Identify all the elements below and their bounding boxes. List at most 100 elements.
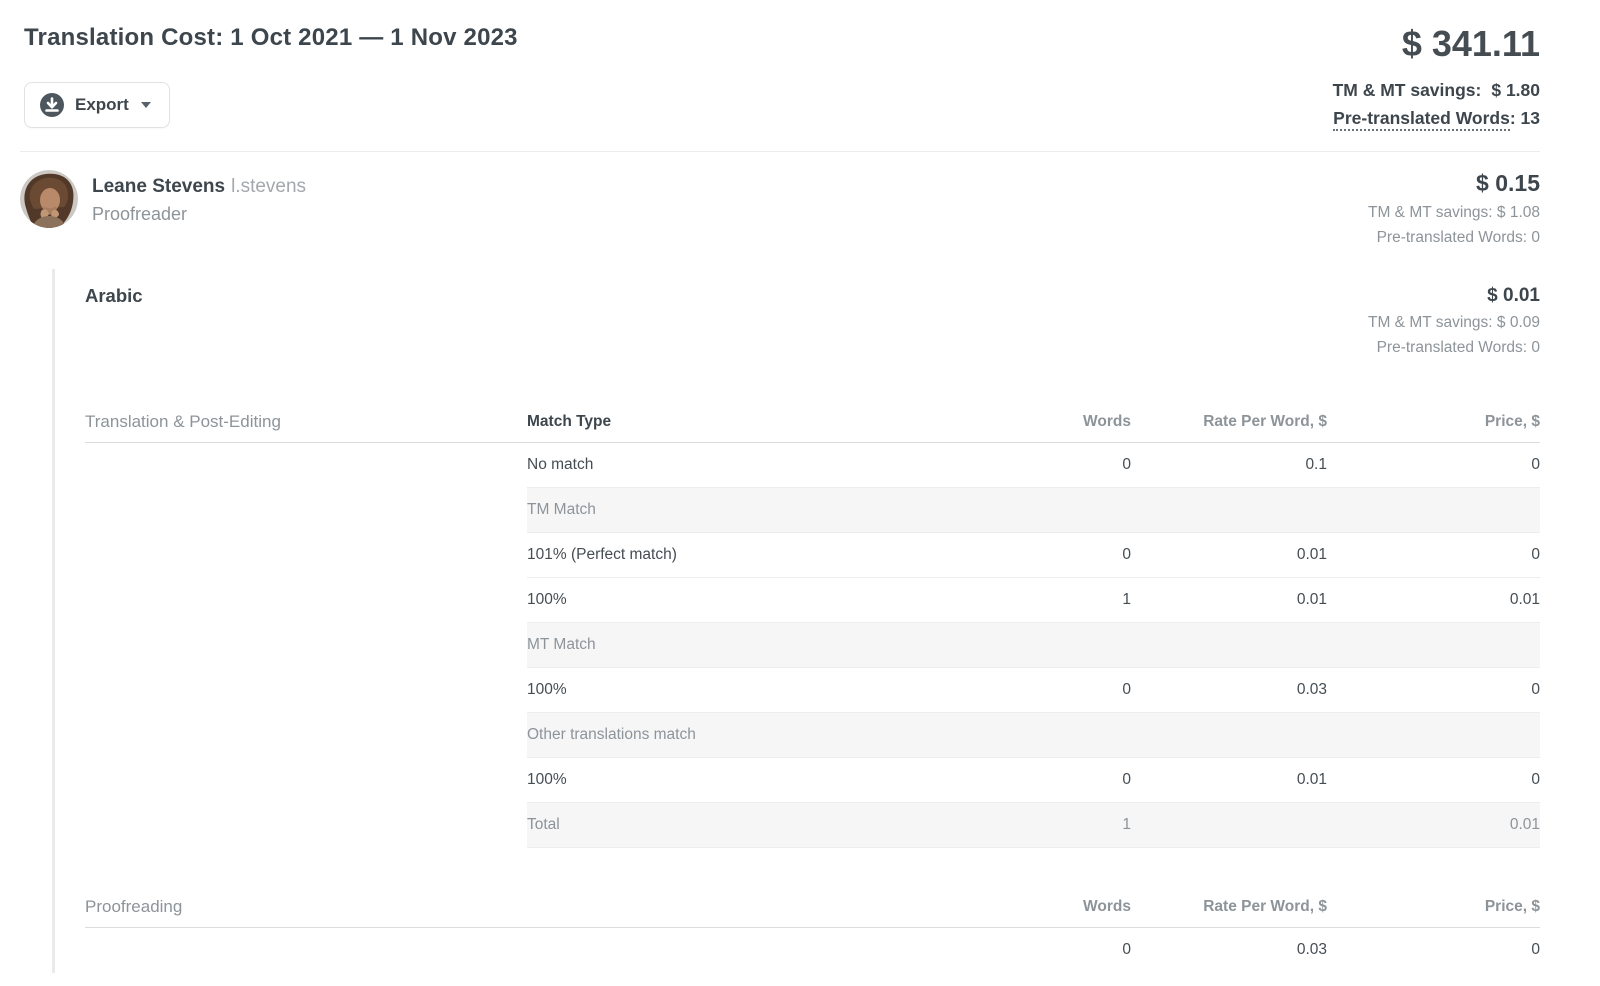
match-type-cell: 100% bbox=[527, 668, 991, 713]
language-section-arabic: Arabic $ 0.01 TM & MT savings: $ 0.09 Pr… bbox=[52, 269, 1540, 973]
words-cell bbox=[991, 488, 1131, 533]
price-cell bbox=[1327, 713, 1540, 758]
group-row: Other translations match bbox=[85, 713, 1540, 758]
proofreading-table: Proofreading Words Rate Per Word, $ Pric… bbox=[85, 888, 1540, 973]
price-cell bbox=[1327, 623, 1540, 668]
column-header-rate: Rate Per Word, $ bbox=[1131, 898, 1327, 916]
row-spacer bbox=[85, 928, 527, 973]
grand-total-amount: $ 341.11 bbox=[1333, 24, 1540, 64]
match-type-cell: 101% (Perfect match) bbox=[527, 533, 991, 578]
row-spacer bbox=[85, 578, 527, 623]
column-header-match-type: Match Type bbox=[527, 413, 991, 431]
report-header: Translation Cost: 1 Oct 2021 — 1 Nov 202… bbox=[0, 0, 1600, 129]
match-type-cell: 100% bbox=[527, 578, 991, 623]
column-header-words: Words bbox=[991, 898, 1131, 916]
row-spacer bbox=[85, 443, 527, 488]
translation-cost-report: Translation Cost: 1 Oct 2021 — 1 Nov 202… bbox=[0, 0, 1600, 986]
section-label: Proofreading bbox=[85, 897, 527, 917]
total-row: Total1 0.01 bbox=[85, 803, 1540, 848]
pretranslated-words-value: : 13 bbox=[1510, 108, 1540, 128]
table-header: Proofreading Words Rate Per Word, $ Pric… bbox=[85, 888, 1540, 928]
words-cell: 0 bbox=[991, 928, 1131, 973]
export-label: Export bbox=[75, 95, 129, 115]
match-type-cell bbox=[527, 928, 991, 973]
price-cell bbox=[1327, 488, 1540, 533]
table-row: 00.030 bbox=[85, 928, 1540, 973]
group-row: TM Match bbox=[85, 488, 1540, 533]
row-spacer bbox=[85, 713, 527, 758]
row-spacer bbox=[85, 803, 527, 848]
table-row: 100%00.030 bbox=[85, 668, 1540, 713]
row-spacer bbox=[85, 668, 527, 713]
words-cell: 0 bbox=[991, 758, 1131, 803]
words-cell: 0 bbox=[991, 533, 1131, 578]
table-row: No match00.10 bbox=[85, 443, 1540, 488]
match-type-cell: Other translations match bbox=[527, 713, 991, 758]
rate-cell: 0.1 bbox=[1131, 443, 1327, 488]
language-savings: TM & MT savings: $ 0.09 bbox=[1368, 314, 1540, 332]
savings-label: TM & MT savings: bbox=[1333, 80, 1482, 100]
user-name: Leane Stevens bbox=[92, 176, 225, 197]
chevron-down-icon bbox=[141, 102, 151, 108]
match-type-cell: TM Match bbox=[527, 488, 991, 533]
words-cell: 0 bbox=[991, 443, 1131, 488]
column-header-price: Price, $ bbox=[1327, 413, 1540, 431]
user-login: l.stevens bbox=[231, 176, 306, 197]
price-cell: 0 bbox=[1327, 443, 1540, 488]
price-cell: 0.01 bbox=[1327, 803, 1540, 848]
column-header-words: Words bbox=[991, 413, 1131, 431]
user-role: Proofreader bbox=[92, 204, 306, 225]
words-cell bbox=[991, 623, 1131, 668]
rate-cell: 0.01 bbox=[1131, 578, 1327, 623]
savings-value: $ 1.80 bbox=[1491, 80, 1540, 100]
words-cell: 1 bbox=[991, 578, 1131, 623]
rate-cell bbox=[1131, 803, 1327, 848]
match-type-cell: 100% bbox=[527, 758, 991, 803]
words-cell: 1 bbox=[991, 803, 1131, 848]
rate-cell bbox=[1131, 623, 1327, 668]
match-type-cell: Total bbox=[527, 803, 991, 848]
translation-post-editing-table: Translation & Post-Editing Match Type Wo… bbox=[85, 403, 1540, 848]
user-pretranslated: Pre-translated Words: 0 bbox=[1368, 229, 1540, 247]
price-cell: 0 bbox=[1327, 533, 1540, 578]
row-spacer bbox=[85, 488, 527, 533]
user-cost-row: Leane Stevens l.stevens Proofreader $ 0.1… bbox=[0, 152, 1600, 247]
row-spacer bbox=[85, 533, 527, 578]
match-type-cell: MT Match bbox=[527, 623, 991, 668]
language-total-amount: $ 0.01 bbox=[1368, 285, 1540, 307]
section-label: Translation & Post-Editing bbox=[85, 412, 527, 432]
group-row: MT Match bbox=[85, 623, 1540, 668]
rate-cell: 0.01 bbox=[1131, 533, 1327, 578]
export-button[interactable]: Export bbox=[24, 82, 170, 128]
user-total-amount: $ 0.15 bbox=[1368, 170, 1540, 197]
row-spacer bbox=[85, 623, 527, 668]
language-name: Arabic bbox=[85, 285, 143, 307]
download-icon bbox=[39, 92, 65, 118]
row-spacer bbox=[85, 758, 527, 803]
table-row: 100%00.010 bbox=[85, 758, 1540, 803]
price-cell: 0.01 bbox=[1327, 578, 1540, 623]
column-header-price: Price, $ bbox=[1327, 898, 1540, 916]
rate-cell bbox=[1131, 488, 1327, 533]
avatar bbox=[20, 170, 78, 228]
match-type-cell: No match bbox=[527, 443, 991, 488]
words-cell: 0 bbox=[991, 668, 1131, 713]
price-cell: 0 bbox=[1327, 668, 1540, 713]
rate-cell: 0.03 bbox=[1131, 668, 1327, 713]
table-header: Translation & Post-Editing Match Type Wo… bbox=[85, 403, 1540, 443]
words-cell bbox=[991, 713, 1131, 758]
language-pretranslated: Pre-translated Words: 0 bbox=[1368, 339, 1540, 357]
rate-cell: 0.03 bbox=[1131, 928, 1327, 973]
price-cell: 0 bbox=[1327, 928, 1540, 973]
page-title: Translation Cost: 1 Oct 2021 — 1 Nov 202… bbox=[24, 24, 518, 52]
pretranslated-words: Pre-translated Words: 13 bbox=[1333, 108, 1540, 129]
total-savings: TM & MT savings: $ 1.80 bbox=[1333, 80, 1540, 101]
table-row: 101% (Perfect match)00.010 bbox=[85, 533, 1540, 578]
price-cell: 0 bbox=[1327, 758, 1540, 803]
rate-cell: 0.01 bbox=[1131, 758, 1327, 803]
column-header-rate: Rate Per Word, $ bbox=[1131, 413, 1327, 431]
user-savings: TM & MT savings: $ 1.08 bbox=[1368, 204, 1540, 222]
pretranslated-words-label[interactable]: Pre-translated Words bbox=[1333, 108, 1510, 131]
rate-cell bbox=[1131, 713, 1327, 758]
table-row: 100%10.010.01 bbox=[85, 578, 1540, 623]
